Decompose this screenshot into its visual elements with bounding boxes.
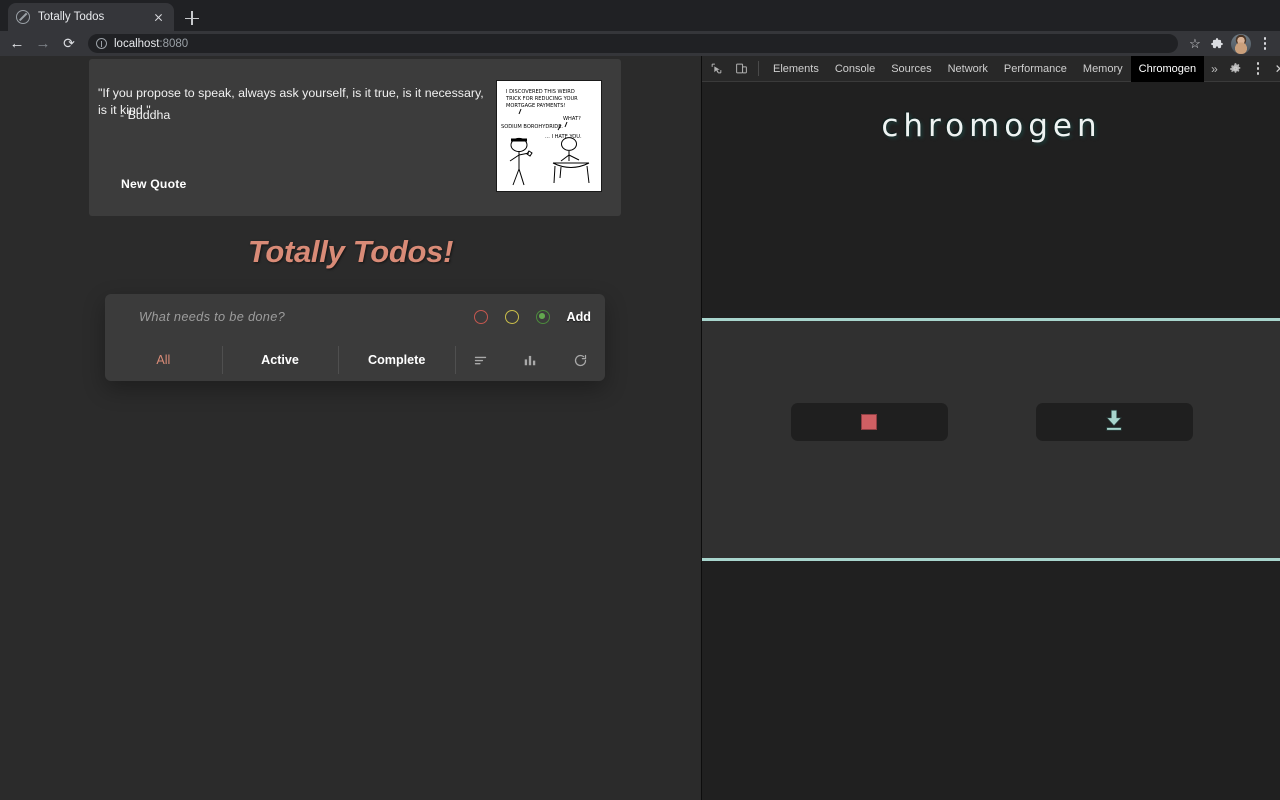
svg-text:WHAT?: WHAT? [563, 116, 581, 122]
new-quote-button[interactable]: New Quote [121, 177, 186, 191]
page-viewport: "If you propose to speak, always ask you… [0, 56, 701, 800]
device-toolbar-icon[interactable] [730, 58, 752, 80]
add-todo-button[interactable]: Add [567, 310, 591, 324]
url-port: :8080 [159, 37, 189, 50]
priority-high-radio[interactable] [535, 309, 550, 324]
red-square-icon [861, 414, 877, 430]
tab-title: Totally Todos [38, 11, 105, 23]
filter-tab-active[interactable]: Active [221, 345, 339, 375]
chromogen-panel: chromogen [702, 82, 1280, 800]
close-devtools-icon[interactable]: ✕ [1269, 58, 1280, 80]
chromogen-controls-section [702, 321, 1280, 558]
more-tabs-icon[interactable]: » [1204, 62, 1225, 76]
devtools-panel: Elements Console Sources Network Perform… [701, 55, 1280, 800]
svg-text:I DISCOVERED THIS WEIRD: I DISCOVERED THIS WEIRD [506, 89, 575, 95]
tab-strip: Totally Todos [0, 0, 1280, 31]
tab-console[interactable]: Console [827, 56, 883, 82]
bookmark-star-icon[interactable]: ☆ [1184, 33, 1206, 55]
extensions-puzzle-icon[interactable] [1206, 33, 1228, 55]
svg-text:MORTGAGE PAYMENTS!: MORTGAGE PAYMENTS! [506, 103, 566, 109]
browser-tab-totally-todos[interactable]: Totally Todos [8, 3, 174, 31]
browser-toolbar: ← → ⟳ localhost:8080 ☆ [0, 31, 1280, 56]
reload-button[interactable]: ⟳ [56, 31, 82, 56]
filter-tab-all[interactable]: All [105, 345, 222, 375]
sort-icon[interactable] [469, 349, 491, 371]
todo-input-row: Add [105, 294, 605, 339]
quote-author: - Buddha [120, 108, 171, 122]
url-host: localhost [114, 37, 160, 50]
quote-card: "If you propose to speak, always ask you… [89, 59, 621, 216]
xkcd-comic-image: I DISCOVERED THIS WEIRD TRICK FOR REDUCI… [496, 80, 602, 192]
page-title: Totally Todos! [247, 234, 454, 269]
page-info-icon[interactable] [96, 38, 107, 49]
tab-elements[interactable]: Elements [765, 56, 827, 82]
new-tab-button[interactable] [182, 8, 202, 28]
chromogen-button-row [702, 403, 1280, 441]
todo-card: Add All Active Complete [105, 294, 605, 381]
refresh-icon[interactable] [569, 349, 591, 371]
forward-button[interactable]: → [30, 31, 56, 56]
filter-tab-complete[interactable]: Complete [338, 345, 455, 375]
inspect-element-icon[interactable] [705, 58, 727, 80]
browser-window: Totally Todos ← → ⟳ localhost:8080 ☆ "If… [0, 0, 1280, 800]
priority-medium-radio[interactable] [504, 309, 519, 324]
priority-low-radio[interactable] [473, 309, 488, 324]
devtools-tabbar: Elements Console Sources Network Perform… [702, 55, 1280, 82]
stop-recording-button[interactable] [790, 403, 948, 441]
address-bar[interactable]: localhost:8080 [88, 34, 1178, 53]
browser-menu-icon[interactable] [1254, 33, 1276, 55]
tab-chromogen[interactable]: Chromogen [1130, 55, 1205, 82]
close-icon[interactable] [150, 9, 166, 25]
back-button[interactable]: ← [4, 31, 30, 56]
tab-memory[interactable]: Memory [1075, 56, 1131, 82]
svg-text:TRICK FOR REDUCING YOUR: TRICK FOR REDUCING YOUR [505, 96, 578, 102]
no-entry-favicon [16, 10, 30, 24]
browser-chrome: Totally Todos ← → ⟳ localhost:8080 ☆ [0, 0, 1280, 56]
svg-text:SODIUM BOROHYDRIDE.: SODIUM BOROHYDRIDE. [501, 124, 563, 130]
tab-sources[interactable]: Sources [883, 56, 939, 82]
tab-performance[interactable]: Performance [996, 56, 1075, 82]
chromogen-logo: chromogen [881, 108, 1102, 144]
new-todo-input[interactable] [139, 309, 474, 324]
tab-network[interactable]: Network [940, 56, 996, 82]
download-tests-button[interactable] [1035, 403, 1193, 441]
bar-chart-icon[interactable] [519, 349, 541, 371]
more-options-icon[interactable] [1247, 58, 1269, 80]
toolbar-divider [758, 61, 759, 76]
chromogen-output-section [702, 561, 1280, 800]
url-text: localhost:8080 [114, 38, 188, 50]
todo-tool-group [455, 345, 605, 375]
settings-gear-icon[interactable] [1225, 58, 1247, 80]
avatar[interactable] [1231, 33, 1251, 54]
chromogen-header-section: chromogen [702, 82, 1280, 318]
download-icon [1101, 407, 1127, 438]
todo-filter-row: All Active Complete [105, 339, 605, 381]
